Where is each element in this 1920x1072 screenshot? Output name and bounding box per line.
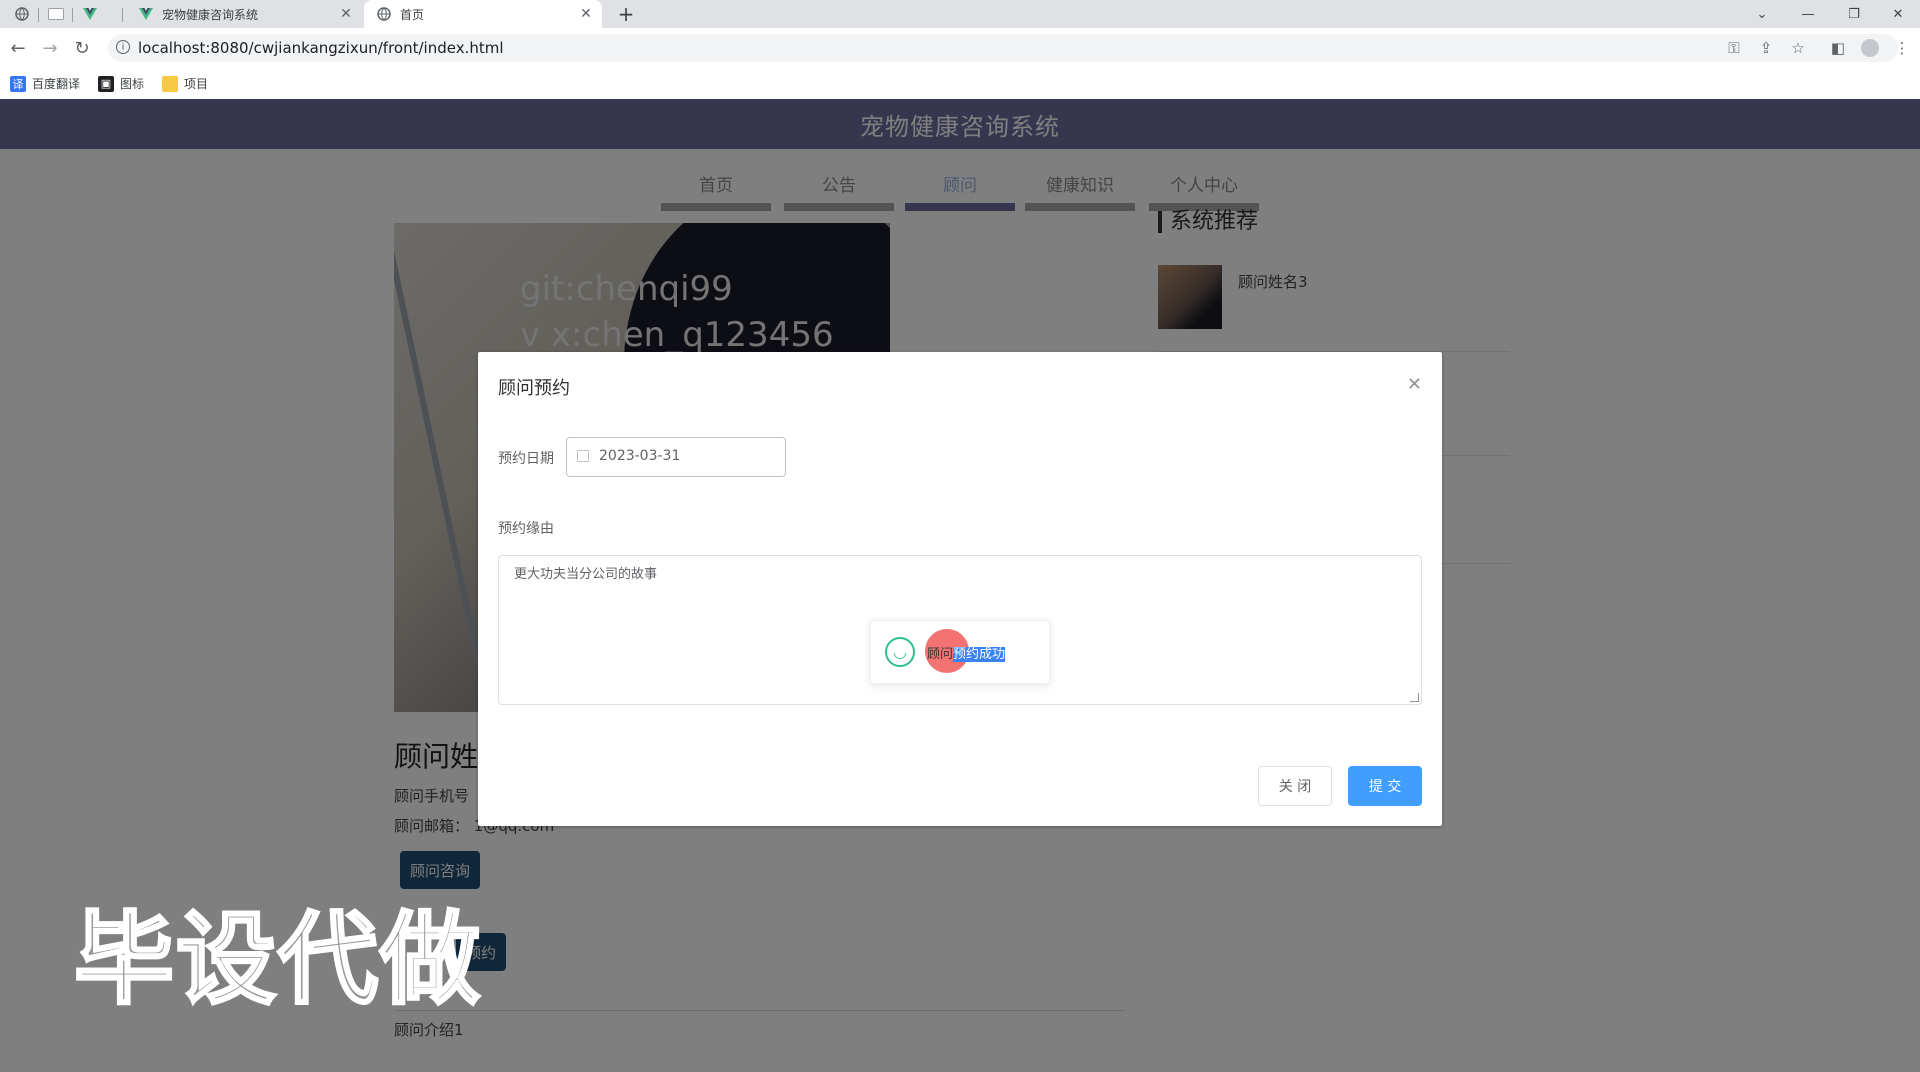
reason-label: 预约缘由 [498, 521, 554, 537]
vue-tab-icon[interactable] [78, 2, 102, 26]
date-value[interactable]: 2023-03-31 [599, 448, 680, 464]
calendar-icon [577, 450, 589, 462]
bookmark-icons[interactable]: ▣ 图标 [98, 75, 144, 92]
reason-value[interactable]: 更大功夫当分公司的故事 [514, 563, 657, 582]
share-icon[interactable]: ⇪ [1752, 34, 1780, 62]
close-icon[interactable]: ✕ [576, 4, 596, 24]
tab-system[interactable]: 宠物健康咨询系统 ✕ [126, 0, 362, 28]
browser-tab-bar: 宠物健康咨询系统 ✕ 首页 ✕ + ⌄ — ❐ ✕ [0, 0, 1920, 28]
address-bar[interactable]: i localhost:8080/cwjiankangzixun/front/i… [108, 34, 1898, 62]
image-icon: ▣ [98, 75, 114, 92]
toast-prefix: 顾问 [927, 647, 954, 662]
reservation-dialog: 顾问预约 ✕ 预约日期 2023-03-31 预约缘由 更大功夫当分公司的故事 … [478, 352, 1442, 826]
menu-icon[interactable]: ⋮ [1888, 34, 1916, 62]
bookmark-label: 图标 [120, 77, 145, 91]
date-label: 预约日期 [498, 451, 554, 467]
key-icon[interactable]: ⚿ [1720, 34, 1748, 62]
tab-search-icon[interactable]: ⌄ [1740, 0, 1784, 28]
restore-button[interactable]: ❐ [1832, 0, 1876, 28]
dialog-title: 顾问预约 [498, 378, 570, 399]
watermark-stamp: 毕设代做 [73, 900, 482, 1020]
bookmark-label: 项目 [184, 77, 209, 91]
toast-selected-text: 预约成功 [953, 647, 1006, 662]
resize-grip-icon[interactable] [1410, 693, 1419, 702]
minimize-button[interactable]: — [1786, 0, 1830, 28]
back-button[interactable]: ← [4, 34, 32, 62]
forward-button[interactable]: → [36, 34, 64, 62]
bookmarks-bar: 译 百度翻译 ▣ 图标 项目 [0, 68, 1920, 100]
date-picker-input[interactable]: 2023-03-31 [566, 437, 786, 477]
reload-button[interactable]: ↻ [68, 34, 96, 62]
close-button[interactable]: 关 闭 [1258, 766, 1332, 806]
tab-title: 首页 [400, 7, 425, 22]
bookmark-label: 百度翻译 [32, 77, 81, 91]
close-icon[interactable]: ✕ [336, 4, 356, 24]
side-panel-icon[interactable]: ◧ [1824, 34, 1852, 62]
globe-tab-icon[interactable] [10, 2, 34, 26]
bookmark-project[interactable]: 项目 [162, 75, 208, 92]
close-icon[interactable]: ✕ [1407, 374, 1422, 395]
bookmark-baidu-translate[interactable]: 译 百度翻译 [10, 75, 80, 92]
tab-title: 宠物健康咨询系统 [162, 7, 259, 22]
submit-button[interactable]: 提 交 [1348, 766, 1422, 806]
info-icon[interactable]: i [116, 40, 130, 54]
close-window-button[interactable]: ✕ [1876, 0, 1920, 28]
browser-toolbar: ← → ↻ i localhost:8080/cwjiankangzixun/f… [0, 28, 1920, 68]
url-text[interactable]: localhost:8080/cwjiankangzixun/front/ind… [138, 39, 504, 57]
translate-icon: 译 [10, 75, 26, 92]
success-toast: ◡ 顾问预约成功 [870, 620, 1050, 684]
profile-icon[interactable] [1856, 34, 1884, 62]
new-tab-button[interactable]: + [614, 2, 638, 26]
star-icon[interactable]: ☆ [1784, 34, 1812, 62]
globe-icon [376, 6, 392, 22]
blank-tab-icon[interactable] [44, 2, 68, 26]
toast-message: 顾问预约成功 [927, 643, 1006, 662]
smile-icon: ◡ [885, 637, 915, 667]
folder-icon [162, 75, 178, 92]
tab-home[interactable]: 首页 ✕ [364, 0, 602, 28]
vue-icon [138, 6, 154, 22]
